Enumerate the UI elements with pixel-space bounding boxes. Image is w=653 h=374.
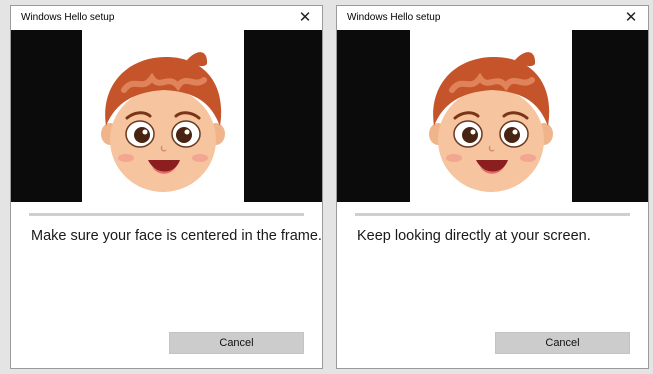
cancel-button[interactable]: Cancel [495, 332, 630, 354]
camera-preview [337, 30, 648, 202]
windows-hello-dialog-1: Windows Hello setup ✕ Make sure your fac… [10, 5, 323, 369]
camera-frame [410, 30, 572, 202]
title-bar: Windows Hello setup ✕ [11, 6, 322, 30]
close-icon[interactable]: ✕ [624, 6, 638, 30]
instruction-text: Make sure your face is centered in the f… [31, 228, 322, 244]
instruction-text: Keep looking directly at your screen. [357, 228, 591, 244]
windows-hello-dialog-2: Windows Hello setup ✕ Keep looking direc… [336, 5, 649, 369]
close-icon[interactable]: ✕ [298, 6, 312, 30]
camera-frame [82, 30, 244, 202]
cartoon-face-image [101, 52, 225, 192]
progress-bar [355, 213, 630, 216]
progress-bar [29, 213, 304, 216]
stage: Windows Hello setup ✕ Make sure your fac… [0, 0, 653, 374]
cartoon-face-image [429, 52, 553, 192]
title-bar: Windows Hello setup ✕ [337, 6, 648, 30]
cancel-button[interactable]: Cancel [169, 332, 304, 354]
camera-preview [11, 30, 322, 202]
dialog-title: Windows Hello setup [21, 12, 115, 23]
dialog-title: Windows Hello setup [347, 12, 441, 23]
